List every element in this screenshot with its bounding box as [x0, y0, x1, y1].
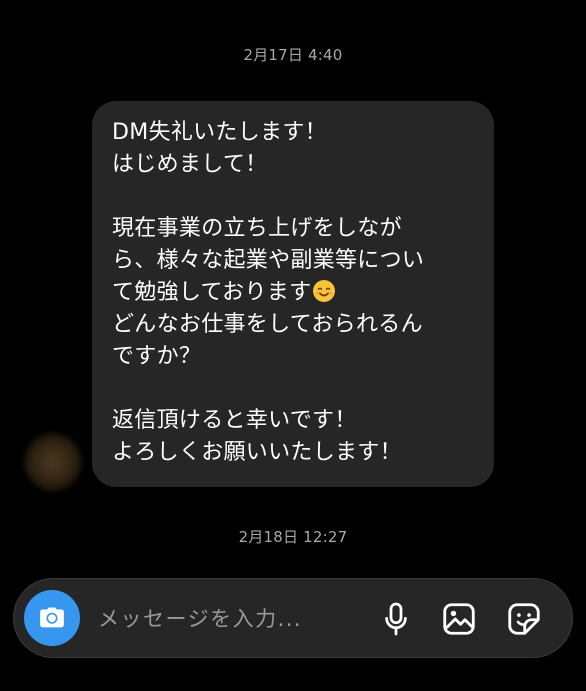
smiling-face-emoji	[313, 280, 336, 302]
message-line: どんなお仕事をしておられるん	[112, 312, 423, 337]
message-line: 返信頂けると幸いです！	[112, 408, 357, 433]
message-line: DM失礼いたします！	[112, 120, 327, 145]
sticker-button[interactable]	[504, 599, 544, 639]
message-composer	[13, 578, 573, 658]
message-line-text: て勉強しております	[112, 280, 312, 305]
microphone-icon	[385, 602, 407, 636]
message-timestamp: 2月18日 12:27	[238, 528, 348, 546]
camera-button[interactable]	[24, 590, 80, 646]
message-line: ら、様々な起業や副業等につい	[112, 248, 425, 273]
message-line	[112, 373, 476, 405]
message-line: よろしくお願いいたします！	[112, 440, 402, 465]
message-input[interactable]	[96, 595, 370, 643]
gallery-button[interactable]	[439, 599, 479, 639]
message-bubble[interactable]: DM失礼いたします！ はじめまして！ 現在事業の立ち上げをしなが ら、様々な起業…	[92, 101, 494, 487]
message-line-with-emoji: て勉強しております	[112, 277, 476, 309]
message-line: はじめまして！	[112, 152, 268, 177]
camera-icon	[40, 607, 64, 628]
sender-avatar[interactable]	[24, 433, 82, 491]
message-line	[112, 181, 476, 213]
message-line: ですか？	[112, 344, 202, 369]
message-line: 現在事業の立ち上げをしなが	[112, 216, 402, 241]
image-icon	[443, 603, 475, 635]
voice-message-button[interactable]	[376, 599, 416, 639]
sticker-icon	[508, 603, 540, 635]
message-timestamp: 2月17日 4:40	[243, 46, 343, 64]
